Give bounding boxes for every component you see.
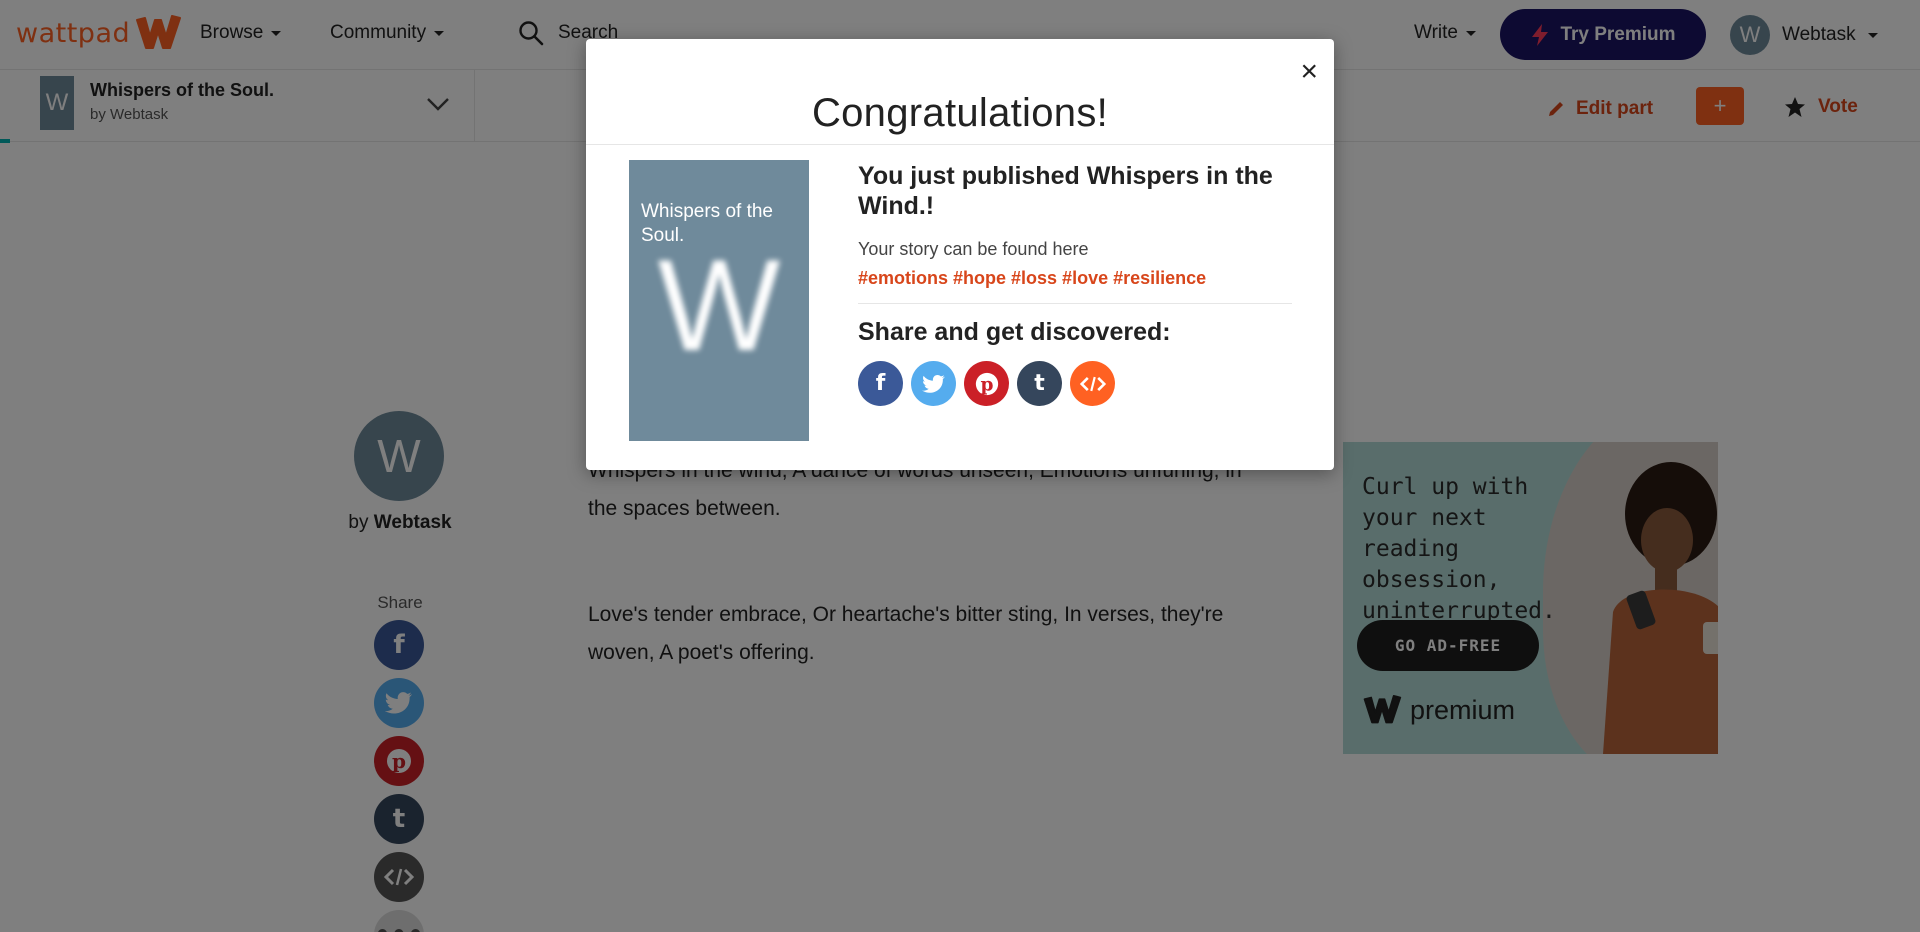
twitter-icon[interactable] xyxy=(911,361,956,406)
svg-text:p: p xyxy=(980,374,993,395)
dialog-title: Congratulations! xyxy=(811,91,1109,135)
embed-icon[interactable] xyxy=(1070,361,1115,406)
story-tags[interactable]: #emotions #hope #loss #love #resilience xyxy=(858,268,1292,289)
published-message: You just published Whispers in the Wind.… xyxy=(858,162,1273,220)
publish-success-dialog: × Congratulations! Whispers of the Soul.… xyxy=(586,39,1334,470)
cover-letter: W xyxy=(657,232,781,378)
publish-info: You just published Whispers in the Wind.… xyxy=(858,161,1292,406)
dialog-share-buttons: f p t xyxy=(858,361,1292,406)
info-divider xyxy=(858,303,1292,304)
story-location-text: Your story can be found here xyxy=(858,239,1089,259)
close-icon[interactable]: × xyxy=(1300,57,1318,87)
dialog-divider xyxy=(586,144,1334,145)
pinterest-icon[interactable]: p xyxy=(964,361,1009,406)
facebook-icon[interactable]: f xyxy=(858,361,903,406)
story-cover: Whispers of the Soul. W xyxy=(629,160,809,441)
tumblr-icon[interactable]: t xyxy=(1017,361,1062,406)
share-heading: Share and get discovered: xyxy=(858,318,1171,346)
